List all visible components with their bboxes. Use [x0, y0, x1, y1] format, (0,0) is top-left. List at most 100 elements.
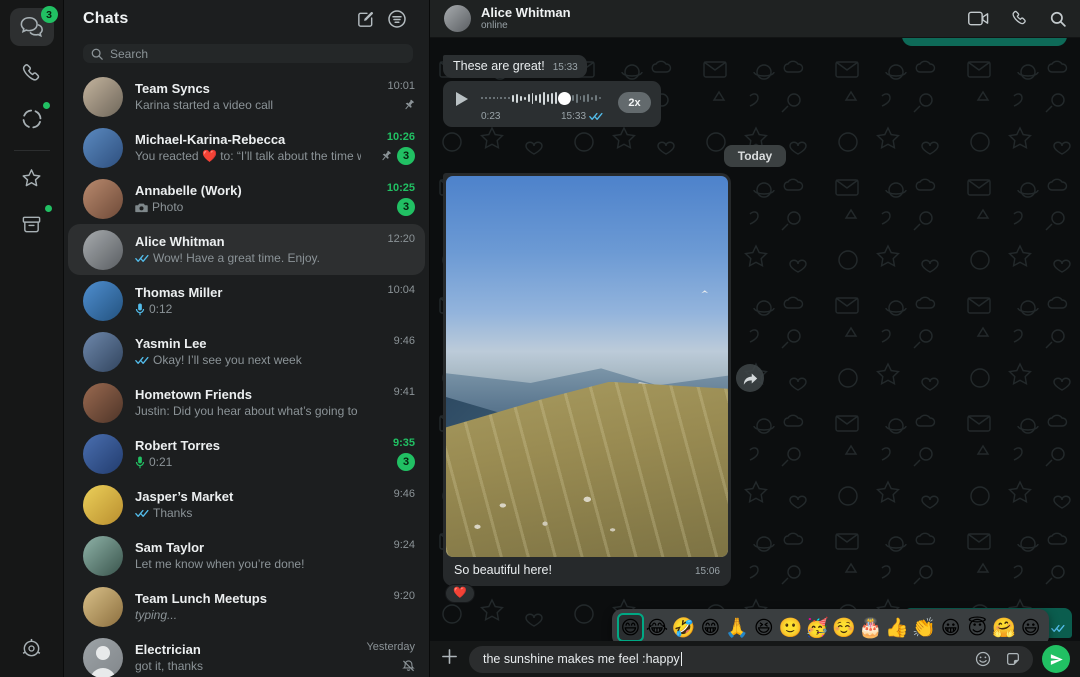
emoji-suggestion[interactable]: 🙏 — [724, 613, 751, 642]
chat-badges — [402, 657, 415, 675]
voice-progress-knob[interactable] — [558, 92, 571, 105]
text-caret — [681, 652, 683, 666]
chat-list-item[interactable]: Team Syncs Karina started a video call 1… — [68, 71, 425, 122]
chat-name: Hometown Friends — [135, 386, 361, 403]
new-chat-icon — [356, 10, 375, 29]
emoji-icon — [975, 651, 991, 667]
nav-archived-button[interactable] — [10, 205, 54, 243]
send-button[interactable] — [1042, 645, 1070, 673]
play-icon[interactable] — [456, 92, 468, 106]
emoji-suggestion[interactable]: 🤗 — [991, 613, 1018, 642]
forward-icon — [743, 372, 758, 385]
nav-chats-button[interactable]: 3 — [10, 8, 54, 46]
chat-preview-text: Thanks — [153, 505, 192, 521]
avatar — [83, 281, 123, 321]
read-ticks-icon — [589, 112, 603, 121]
message-incoming-photo[interactable]: So beautiful here! 15:06 — [443, 173, 731, 586]
video-call-button[interactable] — [968, 11, 989, 26]
nav-settings-button[interactable] — [10, 629, 54, 667]
emoji-suggestion[interactable]: 😆 — [750, 613, 777, 642]
attach-button[interactable] — [438, 648, 460, 668]
chat-item-text: Alice Whitman Wow! Have a great time. En… — [135, 233, 361, 266]
message-incoming-text[interactable]: These are great! 15:33 — [443, 55, 587, 78]
chat-item-text: Michael-Karina-Rebecca You reacted ❤️ to… — [135, 131, 361, 164]
chat-name: Electrician — [135, 641, 358, 658]
search-icon — [91, 48, 103, 60]
new-chat-button[interactable] — [349, 5, 381, 33]
avatar — [83, 536, 123, 576]
chat-list-item[interactable]: Thomas Miller 0:12 10:04 — [68, 275, 425, 326]
chat-preview-text: 0:21 — [149, 454, 172, 470]
search-in-chat-button[interactable] — [1050, 11, 1066, 27]
chat-list-item[interactable]: Sam Taylor Let me know when you’re done!… — [68, 530, 425, 581]
chat-list-item[interactable]: Electrician got it, thanks Yesterday — [68, 632, 425, 677]
chat-list-item[interactable]: Team Lunch Meetups typing... 9:20 — [68, 581, 425, 632]
chat-time: 9:35 — [393, 437, 415, 450]
search-input[interactable] — [110, 47, 405, 61]
emoji-suggestion[interactable]: 🎂 — [857, 613, 884, 642]
chat-badges: 3 — [397, 198, 415, 216]
chat-preview: Let me know when you’re done! — [135, 556, 361, 572]
photo-caption-row: So beautiful here! 15:06 — [446, 557, 728, 583]
avatar — [83, 383, 123, 423]
forward-message-button[interactable] — [736, 364, 764, 392]
emoji-suggestion[interactable]: 👏 — [911, 613, 938, 642]
emoji-suggestion[interactable]: 👍 — [884, 613, 911, 642]
emoji-suggestion[interactable]: 🥳 — [804, 613, 831, 642]
nav-status-button[interactable] — [10, 100, 54, 138]
chat-item-text: Yasmin Lee Okay! I’ll see you next week — [135, 335, 361, 368]
chat-preview: got it, thanks — [135, 658, 358, 674]
chat-list-panel: Chats Team Syncs Karina started a video … — [64, 0, 430, 677]
chat-list-item[interactable]: Jasper’s Market Thanks 9:46 — [68, 479, 425, 530]
voice-waveform[interactable] — [481, 89, 601, 107]
pin-icon — [403, 99, 415, 111]
chat-preview: Wow! Have a great time. Enjoy. — [135, 250, 361, 266]
chat-item-text: Sam Taylor Let me know when you’re done! — [135, 539, 361, 572]
chat-list-item[interactable]: Michael-Karina-Rebecca You reacted ❤️ to… — [68, 122, 425, 173]
nav-calls-button[interactable] — [10, 54, 54, 92]
message-reaction[interactable]: ❤️ — [445, 584, 475, 603]
emoji-suggestion[interactable]: 😁 — [697, 613, 724, 642]
status-icon — [21, 108, 43, 130]
chat-item-text: Thomas Miller 0:12 — [135, 284, 361, 317]
sticker-button[interactable] — [1005, 651, 1021, 667]
conversation-header: Alice Whitman online — [430, 0, 1080, 38]
unread-badge: 3 — [397, 198, 415, 216]
emoji-suggestion[interactable]: ☺️ — [831, 613, 858, 642]
composer: the sunshine makes me feel :happy — [430, 641, 1080, 677]
chat-name: Team Syncs — [135, 80, 361, 97]
archived-new-dot — [45, 205, 52, 212]
chat-item-text: Annabelle (Work) Photo — [135, 182, 361, 215]
voice-call-button[interactable] — [1011, 10, 1028, 27]
chat-list-item[interactable]: Alice Whitman Wow! Have a great time. En… — [68, 224, 425, 275]
chat-list-item[interactable]: Annabelle (Work) Photo 10:25 3 — [68, 173, 425, 224]
emoji-suggestion[interactable]: 😂 — [644, 613, 671, 642]
chat-preview: typing... — [135, 607, 361, 623]
search-field[interactable] — [83, 44, 413, 63]
chat-preview-text: Karina started a video call — [135, 97, 273, 113]
contact-avatar[interactable] — [444, 5, 471, 32]
photo-thumbnail[interactable] — [446, 176, 728, 557]
voice-call-icon — [1011, 10, 1028, 27]
emoji-suggestion[interactable]: 😃 — [1017, 613, 1044, 642]
emoji-suggestion[interactable]: 😇 — [964, 613, 991, 642]
message-input[interactable]: the sunshine makes me feel :happy — [469, 646, 1033, 673]
avatar — [83, 77, 123, 117]
chat-time: 9:41 — [394, 386, 415, 399]
emoji-suggestion[interactable]: 🙂 — [777, 613, 804, 642]
chat-list-item[interactable]: Robert Torres 0:21 9:35 3 — [68, 428, 425, 479]
chat-list-item[interactable]: Hometown Friends Justin: Did you hear ab… — [68, 377, 425, 428]
chat-list-header: Chats — [64, 0, 429, 38]
playback-speed-button[interactable]: 2x — [618, 92, 651, 113]
search-bar — [83, 44, 413, 63]
chat-list-item[interactable]: Yasmin Lee Okay! I’ll see you next week … — [68, 326, 425, 377]
emoji-picker-button[interactable] — [975, 651, 991, 667]
emoji-suggestion[interactable]: 😀 — [937, 613, 964, 642]
contact-info[interactable]: Alice Whitman online — [481, 5, 968, 32]
filter-chats-button[interactable] — [381, 5, 413, 33]
nav-starred-button[interactable] — [10, 159, 54, 197]
emoji-suggestion[interactable]: 😄 — [617, 613, 644, 642]
emoji-suggestion[interactable]: 🤣 — [670, 613, 697, 642]
filter-icon — [387, 9, 407, 29]
chat-name: Jasper’s Market — [135, 488, 361, 505]
